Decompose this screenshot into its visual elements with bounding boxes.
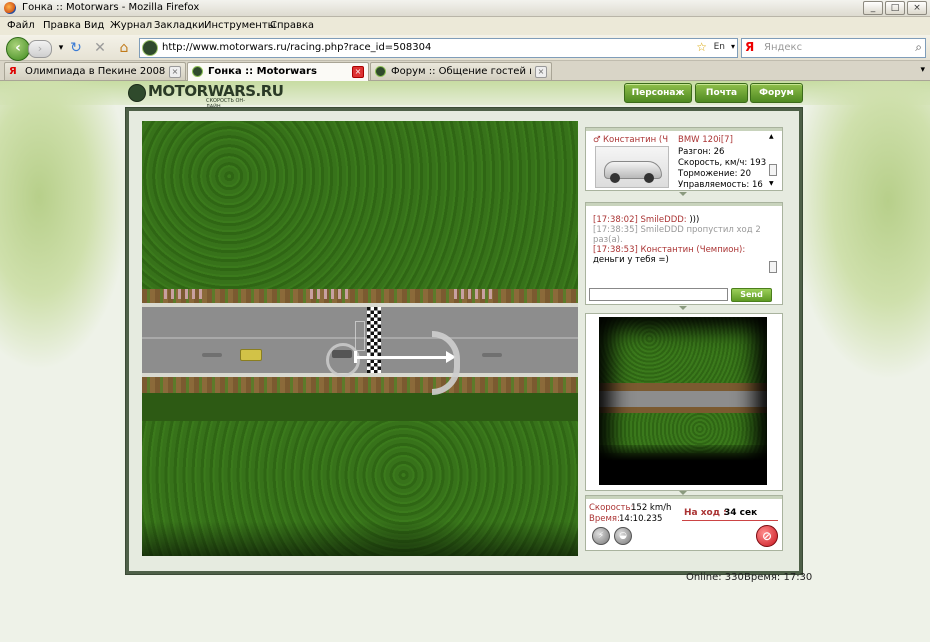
flowers-decor: [454, 289, 494, 299]
search-box[interactable]: Я Яндекс ⌕: [741, 38, 926, 58]
search-icon[interactable]: ⌕: [915, 40, 922, 55]
tab-list-icon[interactable]: ▾: [920, 65, 925, 75]
player-online-icon: ♂: [593, 135, 601, 145]
firefox-logo-icon: [4, 2, 16, 14]
race-time-value: 14:10.235: [619, 514, 663, 524]
stat-speed: Скорость, км/ч: 193: [678, 158, 767, 168]
menu-history[interactable]: Журнал: [110, 20, 152, 31]
flowers-decor: [310, 289, 350, 299]
stat-braking: Торможение: 20: [678, 169, 751, 179]
address-bar[interactable]: http://www.motorwars.ru/racing.php?race_…: [139, 38, 738, 58]
speed-value: 152 km/h: [631, 503, 672, 513]
online-count: Online: 330: [686, 572, 744, 583]
address-url[interactable]: http://www.motorwars.ru/racing.php?race_…: [162, 42, 431, 53]
bookmark-star-icon[interactable]: ☆: [696, 40, 707, 54]
stat-handling: Управляемость: 16: [678, 180, 763, 190]
turn-label: На ход :: [684, 508, 727, 518]
chat-scrollbar[interactable]: [769, 261, 777, 273]
grass-top: [142, 121, 578, 305]
decor-leaves-right: [790, 81, 930, 381]
minimize-button[interactable]: _: [863, 1, 883, 15]
tab-label: Гонка :: Motorwars: [208, 66, 317, 77]
yandex-icon: Я: [9, 66, 17, 77]
finish-ghost-marker: [355, 321, 365, 351]
car-wheel: [644, 173, 654, 183]
chat-line: [17:38:02] SmileDDD: ))): [593, 215, 700, 225]
tab-bar: Я Олимпиада в Пекине 2008 × Гонка :: Mot…: [0, 61, 930, 81]
close-window-button[interactable]: ×: [907, 1, 927, 15]
finish-line-flag: [367, 307, 381, 373]
collapse-arrow-icon[interactable]: [679, 306, 687, 310]
character-button[interactable]: Персонаж: [624, 83, 692, 103]
speed-label: Скорость:: [589, 503, 634, 513]
menu-help[interactable]: Справка: [270, 20, 314, 31]
menu-bar: Файл Правка Вид Журнал Закладки Инструме…: [0, 17, 930, 35]
close-tab-icon[interactable]: ×: [169, 66, 181, 78]
track-shadow: [142, 521, 578, 556]
menu-file[interactable]: Файл: [7, 20, 35, 31]
car-image: [595, 146, 669, 188]
skid-mark: [202, 353, 222, 357]
decor-leaves-left: [0, 81, 130, 371]
car-model[interactable]: BMW 120i[7]: [678, 135, 733, 145]
language-badge[interactable]: En: [714, 42, 725, 52]
player-name[interactable]: Константин (Ч: [603, 135, 675, 145]
chat-line: [17:38:53] Константин (Чемпион): деньги …: [593, 245, 746, 265]
logo-emblem-icon: [128, 84, 146, 102]
url-dropdown-icon[interactable]: ▾: [731, 42, 735, 51]
menu-view[interactable]: Вид: [84, 20, 104, 31]
tab-forum[interactable]: Форум :: Общение гостей игры :: "... ×: [370, 62, 552, 80]
chat-input[interactable]: [589, 288, 728, 301]
skid-mark: [482, 353, 502, 357]
chat-line-system: [17:38:35] SmileDDD пропустил ход 2 раз(…: [593, 225, 761, 245]
menu-edit[interactable]: Правка: [43, 20, 81, 31]
helmet-button-icon[interactable]: ◒: [614, 527, 632, 545]
nitro-button-icon[interactable]: ⚡: [592, 527, 610, 545]
car-wheel: [610, 173, 620, 183]
home-icon[interactable]: ⌂: [115, 39, 133, 57]
menu-bookmarks[interactable]: Закладки: [154, 20, 205, 31]
scroll-down-icon[interactable]: ▼: [769, 180, 774, 187]
yandex-search-icon[interactable]: Я: [745, 40, 754, 54]
reload-icon[interactable]: ↻: [67, 39, 85, 57]
navigation-toolbar: ‹ › ▾ ↻ ✕ ⌂ http://www.motorwars.ru/raci…: [0, 35, 930, 61]
time-label: Время:: [589, 514, 620, 524]
window-title: Гонка :: Motorwars - Mozilla Firefox: [22, 2, 200, 13]
player-scrollbar[interactable]: [769, 164, 777, 176]
close-tab-icon[interactable]: ×: [535, 66, 547, 78]
minimap[interactable]: [599, 317, 767, 485]
window-titlebar: Гонка :: Motorwars - Mozilla Firefox _ □…: [0, 0, 930, 17]
player-card: ♂ Константин (Ч BMW 120i[7] Разгон: 26 С…: [585, 127, 783, 191]
tab-label: Олимпиада в Пекине 2008: [25, 66, 166, 77]
page-content: MOTORWARS.RU СКОРОСТЬ ОН-ЛАЙН Персонаж П…: [0, 81, 930, 642]
server-time: Время: 17:30: [744, 572, 813, 583]
menu-tools[interactable]: Инструменты: [204, 20, 276, 31]
search-placeholder[interactable]: Яндекс: [764, 42, 802, 53]
site-logo[interactable]: MOTORWARS.RU СКОРОСТЬ ОН-ЛАЙН: [128, 82, 284, 110]
stop-icon[interactable]: ✕: [91, 39, 109, 57]
site-favicon-icon: [142, 40, 158, 56]
tab-motorwars-race[interactable]: Гонка :: Motorwars ×: [187, 62, 369, 81]
scroll-up-icon[interactable]: ▲: [769, 133, 774, 140]
quit-race-icon[interactable]: ⊘: [756, 525, 778, 547]
tab-label: Форум :: Общение гостей игры :: "...: [391, 66, 531, 77]
stat-acceleration: Разгон: 26: [678, 147, 725, 157]
flowers-decor: [164, 289, 204, 299]
tab-olympics[interactable]: Я Олимпиада в Пекине 2008 ×: [4, 62, 186, 80]
motorwars-icon: [192, 66, 203, 77]
back-button[interactable]: ‹: [6, 37, 30, 61]
forward-button[interactable]: ›: [28, 40, 52, 58]
race-track-view[interactable]: [142, 121, 578, 556]
chat-send-button[interactable]: Send: [731, 288, 772, 302]
opponent-car: [240, 349, 262, 361]
turn-underline: [682, 520, 778, 521]
collapse-arrow-icon[interactable]: [679, 192, 687, 196]
turn-timer: 34 сек: [724, 508, 758, 518]
motorwars-icon: [375, 66, 386, 77]
forum-button[interactable]: Форум: [750, 83, 803, 103]
roadside-dirt-bottom: [142, 377, 578, 393]
close-tab-icon[interactable]: ×: [352, 66, 364, 78]
maximize-button[interactable]: □: [885, 1, 905, 15]
mail-button[interactable]: Почта: [695, 83, 748, 103]
